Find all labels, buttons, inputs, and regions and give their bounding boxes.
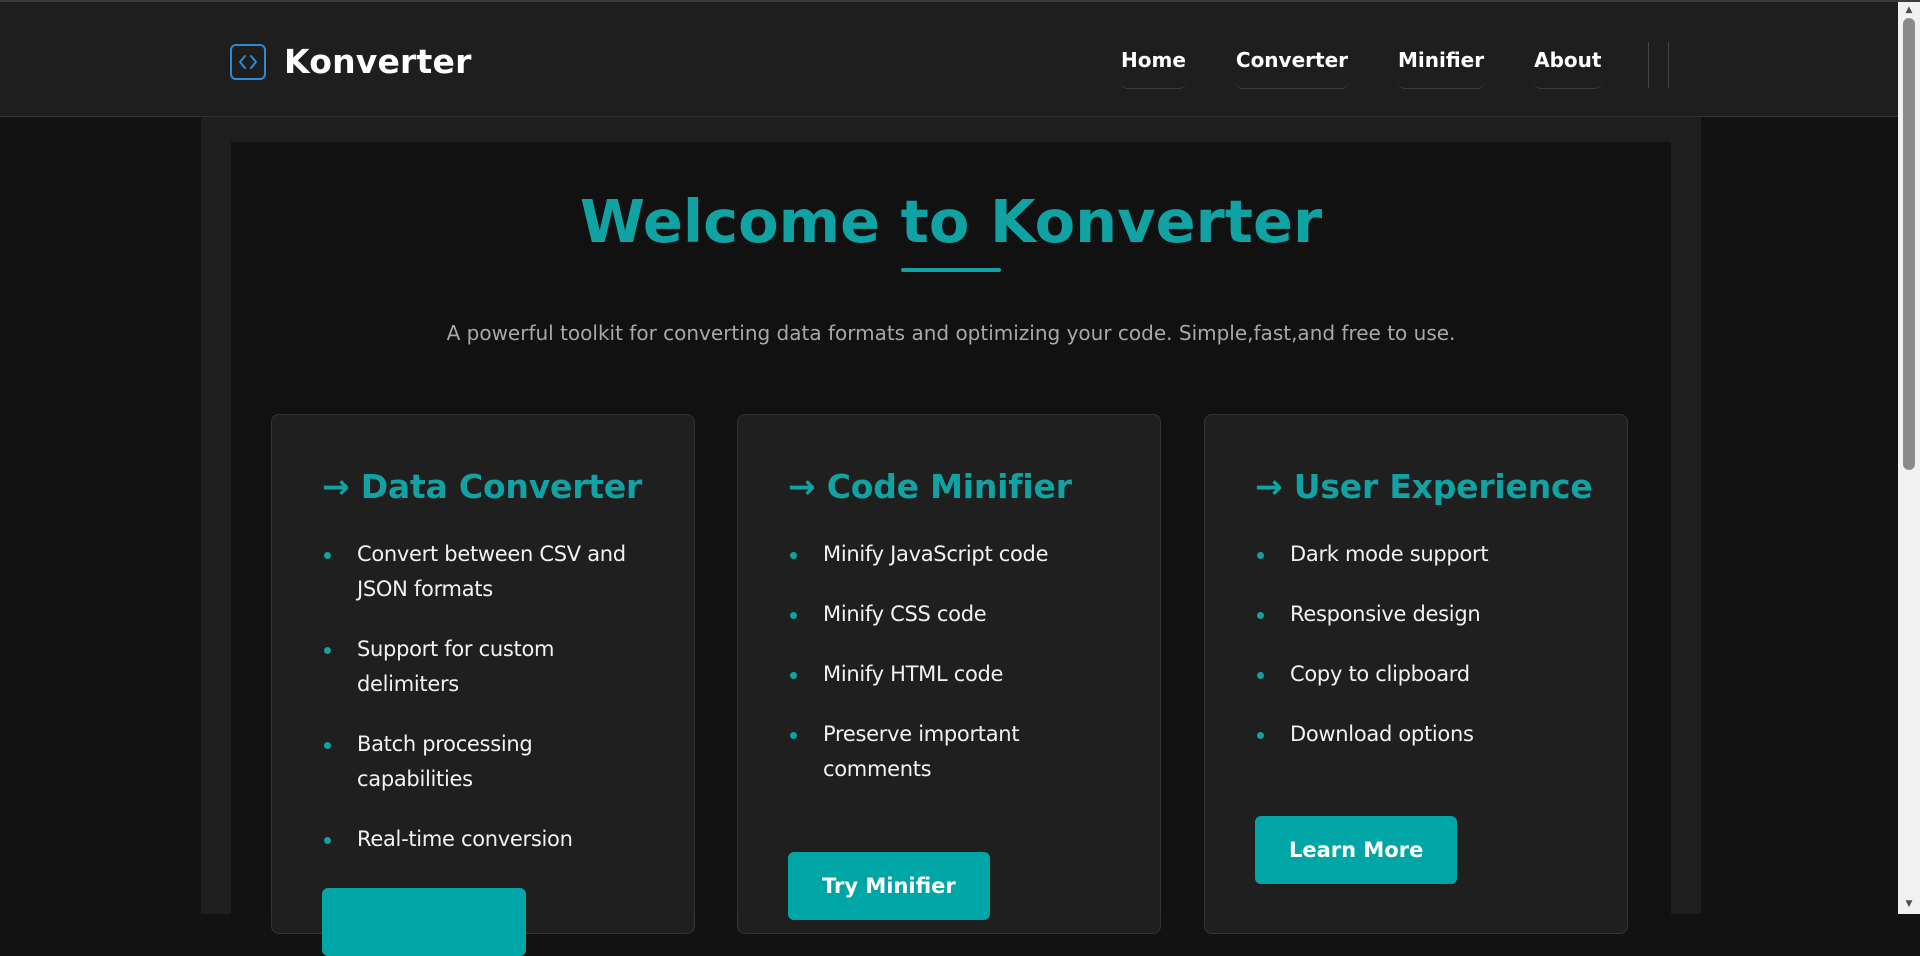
dot-icon	[1257, 732, 1264, 739]
try-minifier-button[interactable]: Try Minifier	[788, 852, 990, 920]
list-item: Dark mode support	[1255, 537, 1585, 572]
feature-list: Convert between CSV and JSON formats Sup…	[322, 537, 652, 882]
dot-icon	[1257, 552, 1264, 559]
try-converter-button[interactable]	[322, 888, 526, 956]
dot-icon	[324, 552, 331, 559]
dot-icon	[1257, 672, 1264, 679]
nav-divider	[1648, 42, 1649, 88]
dot-icon	[324, 837, 331, 844]
hero-title: Welcome to Konverter	[579, 187, 1323, 256]
list-item-text: Minify HTML code	[823, 662, 1004, 686]
list-item: Batch processing capabilities	[322, 727, 652, 797]
list-item: Minify CSS code	[788, 597, 1118, 632]
title-underline	[901, 268, 1001, 272]
list-item-text: Real-time conversion	[357, 827, 573, 851]
list-item-text: Minify CSS code	[823, 602, 987, 626]
brand[interactable]: Konverter	[230, 42, 472, 81]
card-title: → User Experience	[1255, 467, 1593, 506]
list-item-text: Support for custom delimiters	[357, 637, 555, 696]
list-item: Download options	[1255, 717, 1585, 752]
list-item: Convert between CSV and JSON formats	[322, 537, 652, 607]
feature-card-user-experience: → User Experience Dark mode support Resp…	[1204, 414, 1628, 934]
main-nav: Home Converter Minifier About	[1120, 42, 1650, 89]
code-brackets-icon	[230, 43, 266, 80]
list-item-text: Batch processing capabilities	[357, 732, 533, 791]
list-item: Responsive design	[1255, 597, 1585, 632]
list-item-text: Download options	[1290, 722, 1474, 746]
list-item: Minify JavaScript code	[788, 537, 1118, 572]
arrow-down-icon[interactable]: ▼	[1903, 899, 1915, 909]
dot-icon	[790, 612, 797, 619]
scrollbar-thumb[interactable]	[1903, 18, 1915, 470]
nav-about[interactable]: About	[1533, 42, 1603, 89]
site-header: Konverter Home Converter Minifier About	[0, 2, 1898, 117]
dot-icon	[790, 552, 797, 559]
nav-minifier[interactable]: Minifier	[1397, 42, 1486, 89]
card-title: → Code Minifier	[788, 467, 1072, 506]
card-title: → Data Converter	[322, 467, 643, 506]
feature-list: Minify JavaScript code Minify CSS code M…	[788, 537, 1118, 812]
list-item: Real-time conversion	[322, 822, 652, 857]
brand-name: Konverter	[284, 42, 472, 81]
list-item-text: Copy to clipboard	[1290, 662, 1470, 686]
list-item: Support for custom delimiters	[322, 632, 652, 702]
dot-icon	[790, 732, 797, 739]
list-item-text: Minify JavaScript code	[823, 542, 1049, 566]
nav-home[interactable]: Home	[1120, 42, 1187, 89]
arrow-up-icon[interactable]: ▲	[1903, 5, 1915, 15]
nav-converter[interactable]: Converter	[1234, 42, 1349, 89]
list-item-text: Dark mode support	[1290, 542, 1489, 566]
nav-divider	[1668, 42, 1669, 88]
list-item-text: Convert between CSV and JSON formats	[357, 542, 626, 601]
feature-card-data-converter: → Data Converter Convert between CSV and…	[271, 414, 695, 956]
dot-icon	[324, 742, 331, 749]
dot-icon	[790, 672, 797, 679]
feature-list: Dark mode support Responsive design Copy…	[1255, 537, 1585, 777]
list-item: Copy to clipboard	[1255, 657, 1585, 692]
list-item: Preserve important comments	[788, 717, 1118, 787]
feature-card-code-minifier: → Code Minifier Minify JavaScript code M…	[737, 414, 1161, 934]
learn-more-button[interactable]: Learn More	[1255, 816, 1458, 884]
dot-icon	[1257, 612, 1264, 619]
list-item-text: Responsive design	[1290, 602, 1481, 626]
list-item-text: Preserve important comments	[823, 722, 1020, 781]
hero-subtitle: A powerful toolkit for converting data f…	[446, 321, 1456, 345]
list-item: Minify HTML code	[788, 657, 1118, 692]
dot-icon	[324, 647, 331, 654]
